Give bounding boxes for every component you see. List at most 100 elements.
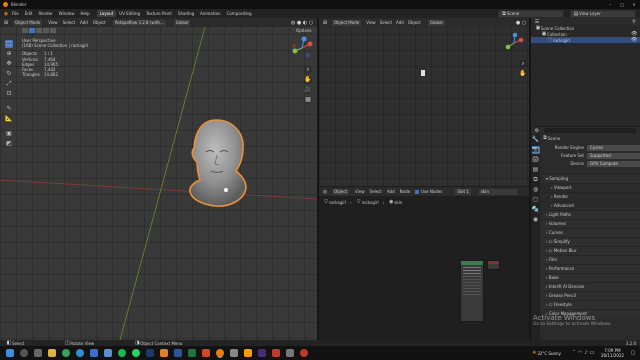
menu-view[interactable]: View	[366, 20, 376, 25]
menu-add[interactable]: Add	[396, 20, 404, 25]
clock[interactable]: 7:09 PM 26/11/2022	[601, 348, 624, 358]
shading-rendered-icon[interactable]: ○	[308, 20, 314, 26]
blender-menu-icon[interactable]: ◉	[3, 11, 9, 17]
render-engine-dropdown[interactable]: Cycles	[587, 145, 640, 151]
node-type-selector[interactable]: Object	[331, 187, 351, 196]
tab-shading[interactable]: Shading	[175, 10, 197, 17]
maximize-icon[interactable]: □	[616, 2, 628, 7]
minimize-icon[interactable]: –	[604, 2, 616, 7]
orientation-selector[interactable]: Global	[172, 18, 192, 27]
navigation-gizmo[interactable]	[503, 32, 525, 54]
world-tab-icon[interactable]: ◍	[532, 186, 540, 194]
vlc-icon[interactable]	[160, 349, 168, 357]
menu-render[interactable]: Render	[38, 11, 52, 16]
mode-selector[interactable]: Object Mode	[12, 18, 44, 27]
subpanel-advanced[interactable]: › Advanced	[542, 201, 640, 210]
outliner-item-rocksgirl[interactable]: ▽ rocksgirl 👁	[531, 37, 640, 43]
menu-file[interactable]: File	[12, 11, 19, 16]
panel-sampling[interactable]: ▾ Sampling	[542, 174, 640, 183]
chrome-icon[interactable]	[62, 349, 70, 357]
material-output-node[interactable]	[487, 260, 500, 270]
panel-freestyle[interactable]: › ☐ Freestyle	[542, 300, 640, 309]
scene-selector[interactable]: ⧉ Scene	[498, 9, 564, 18]
device-dropdown[interactable]: GPU Compute	[587, 161, 640, 167]
modifier-tab-icon[interactable]: 🔩	[532, 206, 540, 214]
panel-bake[interactable]: › Bake	[542, 273, 640, 282]
close-icon[interactable]: ×	[628, 2, 640, 7]
illustrator-icon[interactable]	[244, 349, 252, 357]
menu-view[interactable]: View	[48, 20, 58, 25]
menu-select[interactable]: Select	[370, 189, 382, 194]
menu-node[interactable]: Node	[400, 189, 410, 194]
scene-tab-icon[interactable]: ⧉	[532, 176, 540, 184]
panel-curves[interactable]: › Curves	[542, 228, 640, 237]
store-icon[interactable]	[104, 349, 112, 357]
menu-add[interactable]: Add	[387, 189, 395, 194]
viewport-3d[interactable]: ⊞ Object Mode View Select Add Object Ret…	[0, 18, 317, 340]
head-model[interactable]	[186, 118, 250, 210]
panel-light-paths[interactable]: › Light Paths	[542, 210, 640, 219]
whatsapp-icon[interactable]	[132, 349, 140, 357]
media-player-icon[interactable]	[300, 349, 308, 357]
menu-view[interactable]: View	[355, 189, 365, 194]
tool-tab-icon[interactable]: 🔧	[532, 136, 540, 144]
visibility-icon[interactable]: 👁	[631, 37, 637, 43]
windows-start-icon[interactable]	[6, 349, 14, 357]
outliner-filter-icon[interactable]: ⚲	[631, 19, 637, 25]
feature-set-dropdown[interactable]: Supported	[587, 153, 640, 159]
material-selector[interactable]: skin	[477, 187, 518, 196]
panel-simplify[interactable]: › ☐ Simplify	[542, 237, 640, 246]
retopoflow-button[interactable]: Retopoflow 3.2.8 (with...	[111, 18, 167, 27]
tab-uv-editing[interactable]: UV Editing	[116, 10, 143, 17]
tab-compositing[interactable]: Compositing	[224, 10, 255, 17]
render-tab-icon[interactable]: 📷	[531, 146, 540, 154]
object-tab-icon[interactable]: ▢	[532, 196, 540, 204]
material-tab-icon[interactable]: ◉	[532, 216, 540, 224]
menu-object[interactable]: Object	[93, 20, 106, 25]
panel-performance[interactable]: › Performance	[542, 264, 640, 273]
zbrush-icon[interactable]	[286, 349, 294, 357]
powerpoint-icon[interactable]	[202, 349, 210, 357]
menu-object[interactable]: Object	[408, 20, 421, 25]
menu-edit[interactable]: Edit	[25, 11, 33, 16]
acrobat-icon[interactable]	[272, 349, 280, 357]
tab-texture-paint[interactable]: Texture Paint	[143, 10, 175, 17]
notification-icon[interactable]: ▢	[630, 350, 636, 356]
view-layer-selector[interactable]: ▤ View Layer	[570, 9, 636, 18]
node-editor-type-icon[interactable]: ◎	[322, 189, 328, 195]
orientation-selector[interactable]: Global	[426, 18, 446, 27]
slot-selector[interactable]: Slot 1	[454, 187, 472, 196]
panel-grease-pencil[interactable]: › Grease Pencil	[542, 291, 640, 300]
premiere-icon[interactable]	[258, 349, 266, 357]
edge-icon[interactable]	[76, 349, 84, 357]
shading-rendered-icon[interactable]: ○	[521, 20, 527, 26]
view-layer-tab-icon[interactable]: ▤	[532, 166, 540, 174]
tab-animation[interactable]: Animation	[197, 10, 223, 17]
menu-help[interactable]: Help	[80, 11, 89, 16]
battery-icon[interactable]: ▭	[589, 350, 595, 356]
panel-intel-denoise[interactable]: › Intel® AI Denoise	[542, 282, 640, 291]
editor-type-icon[interactable]: ⊞	[3, 20, 9, 26]
unity-icon[interactable]	[230, 349, 238, 357]
menu-select[interactable]: Select	[380, 20, 392, 25]
mode-selector[interactable]: Object Mode	[331, 18, 363, 27]
properties-type-icon[interactable]: ⚙	[534, 128, 540, 134]
photoshop-icon[interactable]	[146, 349, 154, 357]
task-view-icon[interactable]	[34, 349, 42, 357]
word-icon[interactable]	[174, 349, 182, 357]
menu-select[interactable]: Select	[63, 20, 75, 25]
panel-volumes[interactable]: › Volumes	[542, 219, 640, 228]
weather-text[interactable]: 32°C Sunny	[537, 351, 561, 356]
excel-icon[interactable]	[188, 349, 196, 357]
outliner-type-icon[interactable]: ☰	[534, 19, 540, 25]
editor-type-icon[interactable]: ⊞	[322, 20, 328, 26]
use-nodes-checkbox[interactable]	[415, 189, 420, 194]
subpanel-render[interactable]: › Render	[542, 192, 640, 201]
output-tab-icon[interactable]: 🖨	[532, 156, 540, 164]
panel-film[interactable]: › Film	[542, 255, 640, 264]
tab-layout[interactable]: Layout	[96, 10, 117, 17]
viewport-3d-secondary[interactable]: ⊞ Object Mode View Select Add Object Glo…	[319, 18, 529, 186]
file-explorer-icon[interactable]	[48, 349, 56, 357]
zoom-icon[interactable]: ⌕	[519, 60, 527, 68]
properties-search[interactable]	[544, 128, 636, 133]
